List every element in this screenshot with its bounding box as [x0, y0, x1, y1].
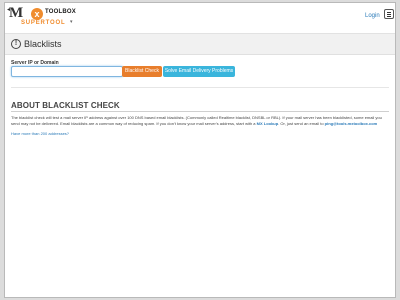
hamburger-icon[interactable]	[384, 9, 394, 19]
logo-toolbox-text: TOOLBOX	[45, 9, 76, 15]
page-title-bar: ! Blacklists	[5, 34, 395, 55]
logo-supertool-text: SUPERTOOL	[21, 20, 66, 26]
about-description: The blacklist check will test a mail ser…	[11, 115, 389, 126]
page-title: Blacklists	[24, 39, 62, 49]
about-heading-rule	[11, 111, 389, 112]
browser-frame: ◂ M x TOOLBOX SUPERTOOL ▾ Login ! Blackl…	[4, 2, 396, 298]
chevron-down-icon[interactable]: ▾	[70, 19, 73, 25]
more-addresses-link[interactable]: Have more than 200 addresses?	[11, 131, 69, 136]
about-heading: ABOUT BLACKLIST CHECK	[11, 101, 120, 110]
ping-email-link[interactable]: ping@tools.mxtoolbox.com	[325, 121, 378, 126]
logo-x-badge: x	[31, 8, 43, 20]
server-ip-input[interactable]	[11, 66, 123, 77]
login-link[interactable]: Login	[365, 13, 380, 19]
mxtoolbox-logo[interactable]: ◂ M x TOOLBOX SUPERTOOL ▾	[7, 5, 99, 33]
section-divider	[11, 87, 389, 88]
mx-lookup-link[interactable]: MX Lookup	[257, 121, 279, 126]
site-header: ◂ M x TOOLBOX SUPERTOOL ▾ Login	[5, 3, 395, 34]
alert-circle-icon: !	[11, 39, 21, 49]
blacklist-check-button[interactable]: Blacklist Check	[122, 66, 162, 77]
about-text-part2: . Or, just send an email to	[278, 120, 325, 126]
solve-email-problems-button[interactable]: Solve Email Delivery Problems	[163, 66, 235, 77]
